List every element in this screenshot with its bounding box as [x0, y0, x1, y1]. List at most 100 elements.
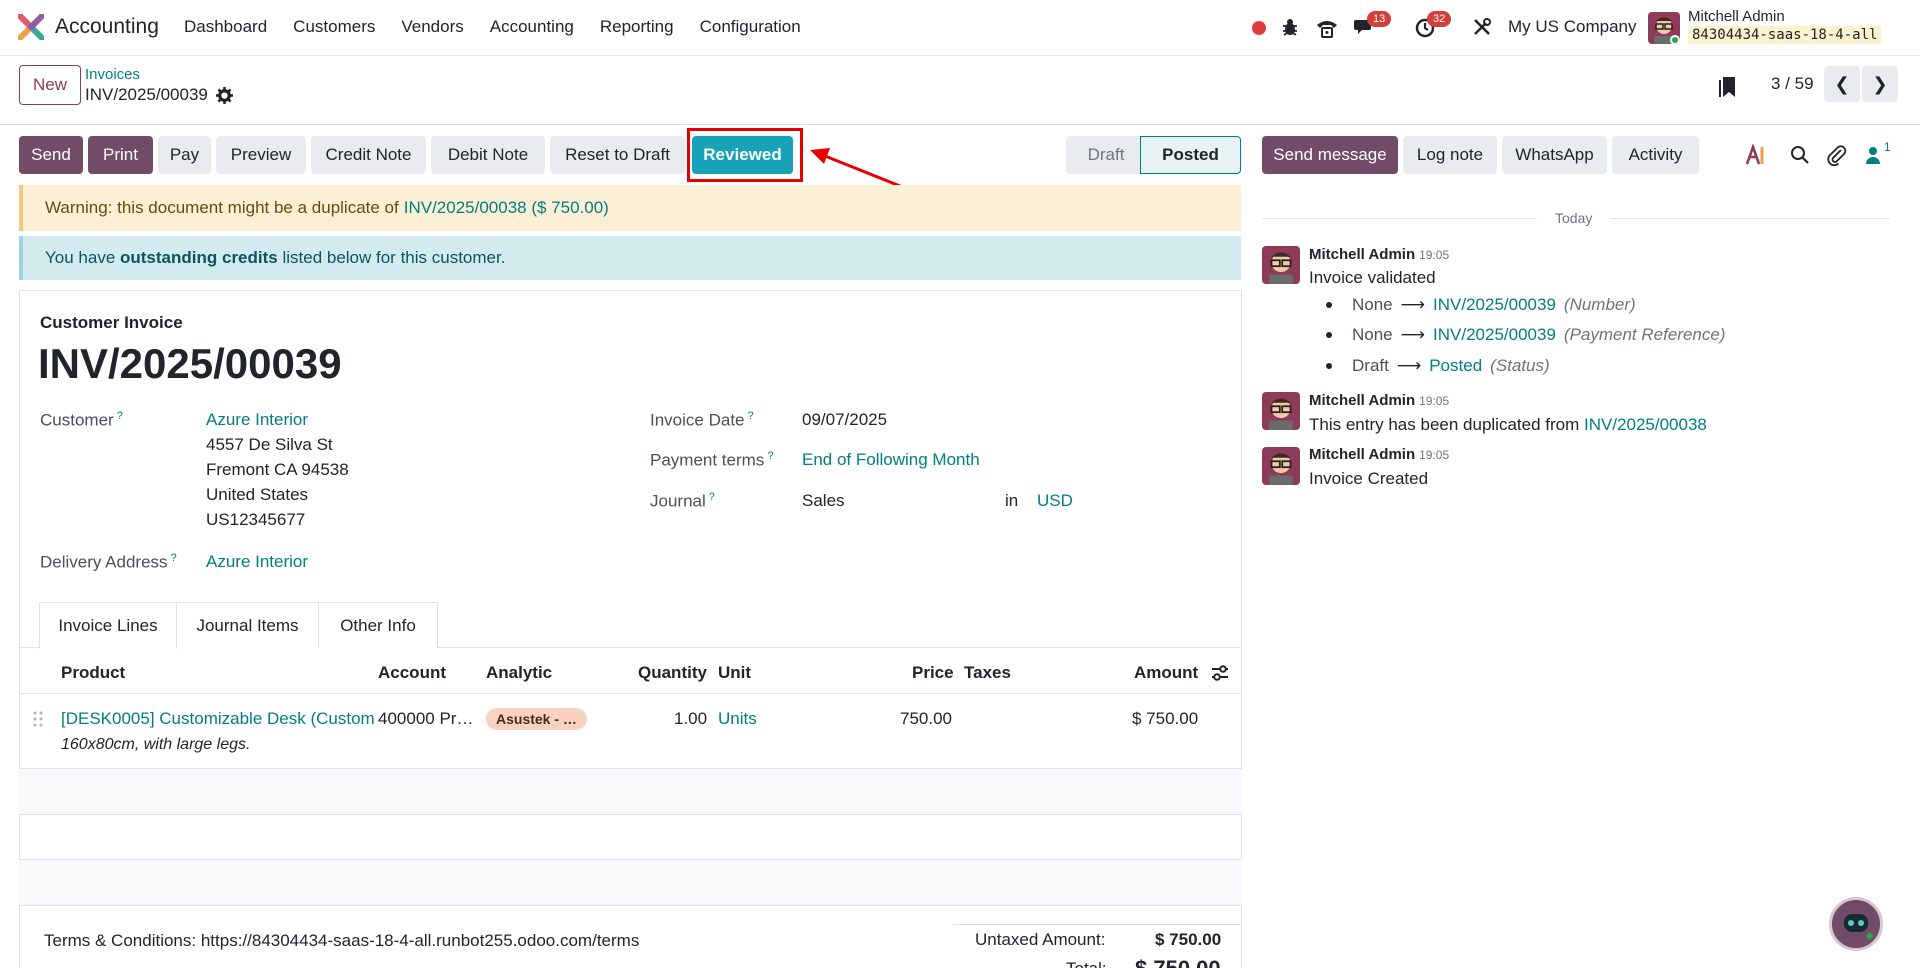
tab-other-info[interactable]: Other Info	[318, 602, 438, 648]
empty-row[interactable]	[19, 769, 1242, 814]
invoice-date-field[interactable]: 09/07/2025	[802, 410, 887, 430]
line-price[interactable]: 750.00	[900, 709, 952, 729]
user-name[interactable]: Mitchell Admin	[1688, 8, 1785, 25]
log-note-button[interactable]: Log note	[1403, 136, 1497, 174]
address-vat: US12345677	[206, 510, 306, 529]
pager-previous-button[interactable]: ❮	[1824, 66, 1860, 102]
help-icon[interactable]: ?	[709, 491, 715, 503]
help-icon[interactable]: ?	[767, 450, 773, 462]
line-account[interactable]: 400000 Pr…	[378, 709, 473, 729]
menu-dashboard[interactable]: Dashboard	[184, 17, 267, 37]
whatsapp-button[interactable]: WhatsApp	[1502, 136, 1607, 174]
online-status-dot	[1670, 35, 1680, 45]
menu-accounting[interactable]: Accounting	[490, 17, 574, 37]
help-icon[interactable]: ?	[171, 552, 177, 564]
currency-field[interactable]: USD	[1037, 491, 1073, 511]
duplicate-warning-text: Warning: this document might be a duplic…	[45, 198, 399, 217]
breadcrumb-current: INV/2025/00039	[85, 85, 208, 104]
col-unit[interactable]: Unit	[718, 663, 751, 683]
menu-reporting[interactable]: Reporting	[600, 17, 674, 37]
line-quantity[interactable]: 1.00	[674, 709, 707, 729]
customer-field[interactable]: Azure Interior	[206, 410, 308, 430]
menu-configuration[interactable]: Configuration	[700, 17, 801, 37]
col-product[interactable]: Product	[61, 663, 125, 683]
optional-columns-icon[interactable]	[1210, 664, 1230, 682]
payment-terms-field[interactable]: End of Following Month	[802, 450, 980, 470]
message-body: Invoice Created	[1309, 469, 1429, 488]
date-separator: Today	[1555, 210, 1593, 226]
pager-value[interactable]: 3 / 59	[1771, 74, 1814, 94]
help-icon[interactable]: ?	[117, 410, 123, 422]
phone-icon[interactable]	[1315, 17, 1337, 39]
chevron-right-icon: ❯	[1872, 73, 1888, 94]
search-icon[interactable]	[1789, 144, 1811, 166]
menu-vendors[interactable]: Vendors	[401, 17, 463, 37]
tab-invoice-lines[interactable]: Invoice Lines	[39, 602, 177, 649]
journal-field[interactable]: Sales	[802, 491, 845, 511]
col-taxes[interactable]: Taxes	[964, 663, 1011, 683]
message-author[interactable]: Mitchell Admin 19:05	[1309, 392, 1449, 409]
message-avatar[interactable]	[1262, 246, 1300, 284]
duplicate-invoice-link[interactable]: INV/2025/00038 ($ 750.00)	[404, 198, 609, 218]
tools-icon[interactable]	[1472, 17, 1494, 39]
total-value: $ 750.00	[1135, 956, 1221, 968]
message-avatar[interactable]	[1262, 392, 1300, 430]
col-quantity[interactable]: Quantity	[638, 663, 707, 683]
followers-icon[interactable]	[1864, 144, 1886, 166]
accounting-app-icon[interactable]	[18, 14, 44, 40]
send-button[interactable]: Send	[19, 136, 83, 174]
messages-icon[interactable]: 13	[1354, 11, 1392, 39]
message-time: 19:05	[1419, 394, 1450, 408]
tab-journal-items[interactable]: Journal Items	[176, 602, 319, 648]
tracking-status: Draft ⟶ Posted (Status)	[1326, 356, 1550, 376]
tracking-link[interactable]: INV/2025/00039	[1433, 295, 1556, 315]
terms-and-conditions[interactable]: Terms & Conditions: https://84304434-saa…	[44, 931, 639, 951]
message-author[interactable]: Mitchell Admin 19:05	[1309, 446, 1449, 463]
pay-button[interactable]: Pay	[158, 136, 211, 174]
empty-row[interactable]	[19, 860, 1242, 905]
row-divider	[19, 814, 1242, 815]
pager-next-button[interactable]: ❯	[1862, 66, 1898, 102]
tracking-link[interactable]: INV/2025/00039	[1433, 325, 1556, 345]
bookmark-icon[interactable]	[1718, 75, 1738, 99]
col-amount[interactable]: Amount	[1134, 663, 1198, 683]
col-analytic[interactable]: Analytic	[486, 663, 552, 683]
breadcrumb-invoices[interactable]: Invoices	[85, 66, 140, 83]
invoice-type: Customer Invoice	[40, 313, 183, 332]
menu-customers[interactable]: Customers	[293, 17, 375, 37]
credit-note-button[interactable]: Credit Note	[311, 136, 426, 174]
line-unit[interactable]: Units	[718, 709, 757, 729]
messages-badge: 13	[1367, 11, 1392, 27]
status-draft[interactable]: Draft	[1066, 136, 1146, 174]
line-product[interactable]: [DESK0005] Customizable Desk (Custom	[61, 709, 375, 729]
ai-icon[interactable]	[1745, 144, 1767, 166]
send-message-button[interactable]: Send message	[1262, 136, 1398, 174]
bug-icon[interactable]	[1280, 17, 1302, 39]
drag-handle-icon[interactable]	[33, 711, 43, 727]
livechat-bot-button[interactable]	[1829, 897, 1883, 951]
app-name[interactable]: Accounting	[55, 15, 159, 39]
activity-button[interactable]: Activity	[1612, 136, 1699, 174]
address-city: Fremont CA 94538	[206, 460, 349, 479]
line-analytic-tag[interactable]: Asustek - …	[486, 708, 587, 730]
company-switcher[interactable]: My US Company	[1508, 17, 1636, 37]
help-icon[interactable]: ?	[748, 410, 754, 422]
print-button[interactable]: Print	[88, 136, 153, 174]
duplicated-from-link[interactable]: INV/2025/00038	[1584, 415, 1707, 434]
col-account[interactable]: Account	[378, 663, 446, 683]
paperclip-icon[interactable]	[1826, 144, 1848, 166]
col-price[interactable]: Price	[912, 663, 954, 683]
gear-icon[interactable]	[216, 87, 233, 104]
message-author[interactable]: Mitchell Admin 19:05	[1309, 246, 1449, 263]
message-avatar[interactable]	[1262, 447, 1300, 485]
preview-button[interactable]: Preview	[216, 136, 306, 174]
top-navbar: Accounting Dashboard Customers Vendors A…	[0, 0, 1920, 56]
reset-to-draft-button[interactable]: Reset to Draft	[550, 136, 685, 174]
debit-note-button[interactable]: Debit Note	[431, 136, 545, 174]
new-button[interactable]: New	[19, 65, 81, 105]
control-panel-divider	[0, 124, 1920, 125]
record-icon[interactable]	[1251, 20, 1267, 36]
tracking-link[interactable]: Posted	[1429, 356, 1482, 376]
delivery-address-field[interactable]: Azure Interior	[206, 552, 308, 572]
activities-icon[interactable]: 32	[1414, 11, 1452, 39]
